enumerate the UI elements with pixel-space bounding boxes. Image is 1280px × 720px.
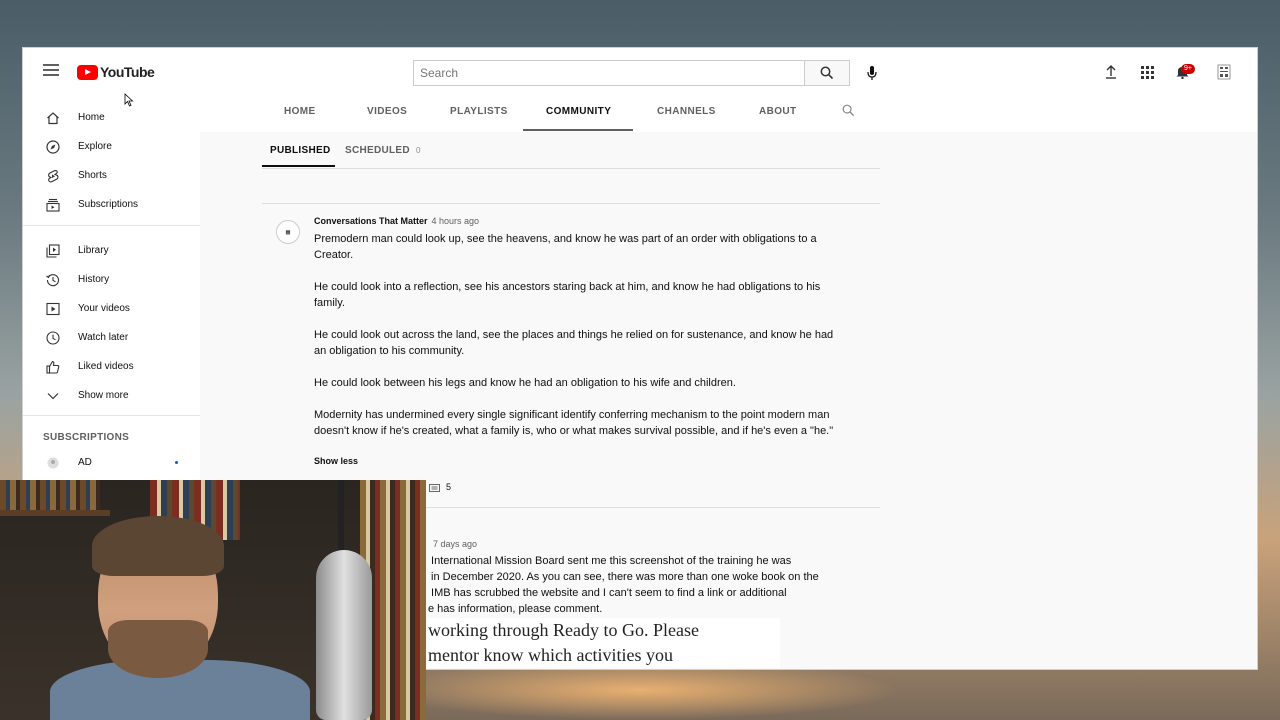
books: [0, 480, 100, 510]
bookshelf: [0, 510, 110, 516]
clock-icon: [45, 330, 61, 346]
hamburger-menu-icon[interactable]: [43, 64, 59, 76]
sidebar-item-label: Subscriptions: [78, 199, 139, 210]
subtab-divider: [262, 168, 880, 169]
upload-arrow-icon: [1106, 65, 1116, 79]
shorts-icon: [45, 168, 61, 184]
subscriptions-icon: [45, 197, 61, 213]
youtube-logo[interactable]: YouTube: [77, 64, 155, 80]
subscription-label: AD: [78, 457, 92, 468]
comment-icon[interactable]: [429, 481, 440, 499]
channel-avatar-icon: [45, 455, 61, 471]
chevron-down-icon: [45, 388, 61, 404]
sidebar-item-history[interactable]: History: [23, 265, 200, 294]
sidebar-item-watch-later[interactable]: Watch later: [23, 323, 200, 352]
notification-badge: 9+: [1181, 64, 1195, 74]
home-icon: [45, 110, 61, 126]
post-paragraph: Modernity has undermined every single si…: [314, 409, 834, 437]
post2-image[interactable]: working through Ready to Go. Please ment…: [428, 618, 780, 668]
sidebar-item-label: Show more: [78, 390, 129, 401]
post-author-name[interactable]: Conversations That Matter: [314, 216, 428, 226]
sidebar-item-label: Watch later: [78, 332, 129, 343]
person-beard: [108, 620, 208, 678]
subtab-published[interactable]: PUBLISHED: [270, 145, 330, 156]
post-time[interactable]: 4 hours ago: [432, 216, 480, 226]
show-less-link[interactable]: Show less: [314, 456, 358, 466]
scheduled-count: 0: [415, 146, 421, 155]
sidebar-item-label: Home: [78, 112, 105, 123]
subtab-label: SCHEDULED: [345, 145, 410, 156]
post-paragraph: Premodern man could look up, see the hea…: [314, 233, 817, 261]
library-icon: [45, 243, 61, 259]
search-button[interactable]: [804, 60, 850, 86]
post-paragraph: He could look into a reflection, see his…: [314, 281, 821, 309]
compass-icon: [45, 139, 61, 155]
subscriptions-heading: SUBSCRIPTIONS: [43, 432, 130, 443]
thumbs-up-icon: [45, 359, 61, 375]
active-subtab-indicator: [262, 165, 335, 167]
logo-text: YouTube: [100, 64, 155, 80]
person-hair: [92, 516, 224, 576]
grid-apps-icon: [1140, 65, 1154, 79]
post-paragraph: He could look out across the land, see t…: [314, 329, 834, 357]
post2-time[interactable]: 7 days ago: [433, 539, 477, 549]
tab-about[interactable]: ABOUT: [759, 106, 797, 117]
search-input[interactable]: [413, 60, 805, 86]
sidebar-item-label: History: [78, 274, 110, 285]
microphone-icon: [867, 66, 877, 80]
upload-button[interactable]: [1101, 62, 1121, 82]
account-avatar-button[interactable]: [1214, 62, 1234, 82]
microphone-button[interactable]: [861, 61, 883, 85]
webcam-overlay: [0, 480, 426, 720]
sidebar-item-label: Shorts: [78, 170, 107, 181]
channel-search-icon[interactable]: [842, 104, 855, 122]
apps-button[interactable]: [1137, 62, 1157, 82]
post-divider: [262, 203, 880, 204]
subscription-item[interactable]: AD: [23, 448, 200, 477]
comment-count: 5: [446, 482, 452, 492]
tab-home[interactable]: HOME: [284, 106, 316, 117]
post-channel-avatar[interactable]: ▦: [276, 220, 300, 244]
sidebar-item-label: Liked videos: [78, 361, 134, 372]
magnifier-icon: [820, 66, 834, 80]
sidebar-divider: [23, 415, 200, 416]
sidebar-item-label: Your videos: [78, 303, 130, 314]
post-author: Conversations That Matter 4 hours ago: [314, 216, 479, 226]
sidebar-item-your-videos[interactable]: Your videos: [23, 294, 200, 323]
sidebar-item-home[interactable]: Home: [23, 103, 200, 132]
account-avatar-icon: [1217, 64, 1231, 80]
sidebar-item-liked-videos[interactable]: Liked videos: [23, 352, 200, 381]
tab-videos[interactable]: VIDEOS: [367, 106, 407, 117]
active-tab-indicator: [523, 129, 633, 131]
channel-tabs: HOME VIDEOS PLAYLISTS COMMUNITY CHANNELS…: [200, 94, 1257, 132]
post-paragraph: He could look between his legs and know …: [314, 377, 736, 389]
tab-channels[interactable]: CHANNELS: [657, 106, 716, 117]
sidebar-item-explore[interactable]: Explore: [23, 132, 200, 161]
studio-microphone: [316, 550, 372, 720]
history-icon: [45, 272, 61, 288]
sidebar-item-library[interactable]: Library: [23, 236, 200, 265]
mouse-cursor-icon: [124, 93, 134, 107]
tab-playlists[interactable]: PLAYLISTS: [450, 106, 508, 117]
subtab-scheduled[interactable]: SCHEDULED 0: [345, 145, 421, 156]
masthead: YouTube 9+: [23, 48, 1257, 94]
play-box-icon: [45, 301, 61, 317]
post2-text: International Mission Board sent me this…: [428, 555, 819, 615]
sidebar-divider: [23, 225, 200, 226]
sidebar-item-label: Explore: [78, 141, 112, 152]
post-text: Premodern man could look up, see the hea…: [314, 231, 844, 455]
sidebar-item-shorts[interactable]: Shorts: [23, 161, 200, 190]
youtube-play-icon: [77, 64, 98, 80]
mic-stand: [338, 480, 344, 560]
sidebar-item-subscriptions[interactable]: Subscriptions: [23, 190, 200, 219]
tab-community[interactable]: COMMUNITY: [546, 106, 611, 117]
sidebar-item-label: Library: [78, 245, 109, 256]
sidebar-item-show-more[interactable]: Show more: [23, 381, 200, 410]
new-content-dot: [175, 461, 178, 464]
